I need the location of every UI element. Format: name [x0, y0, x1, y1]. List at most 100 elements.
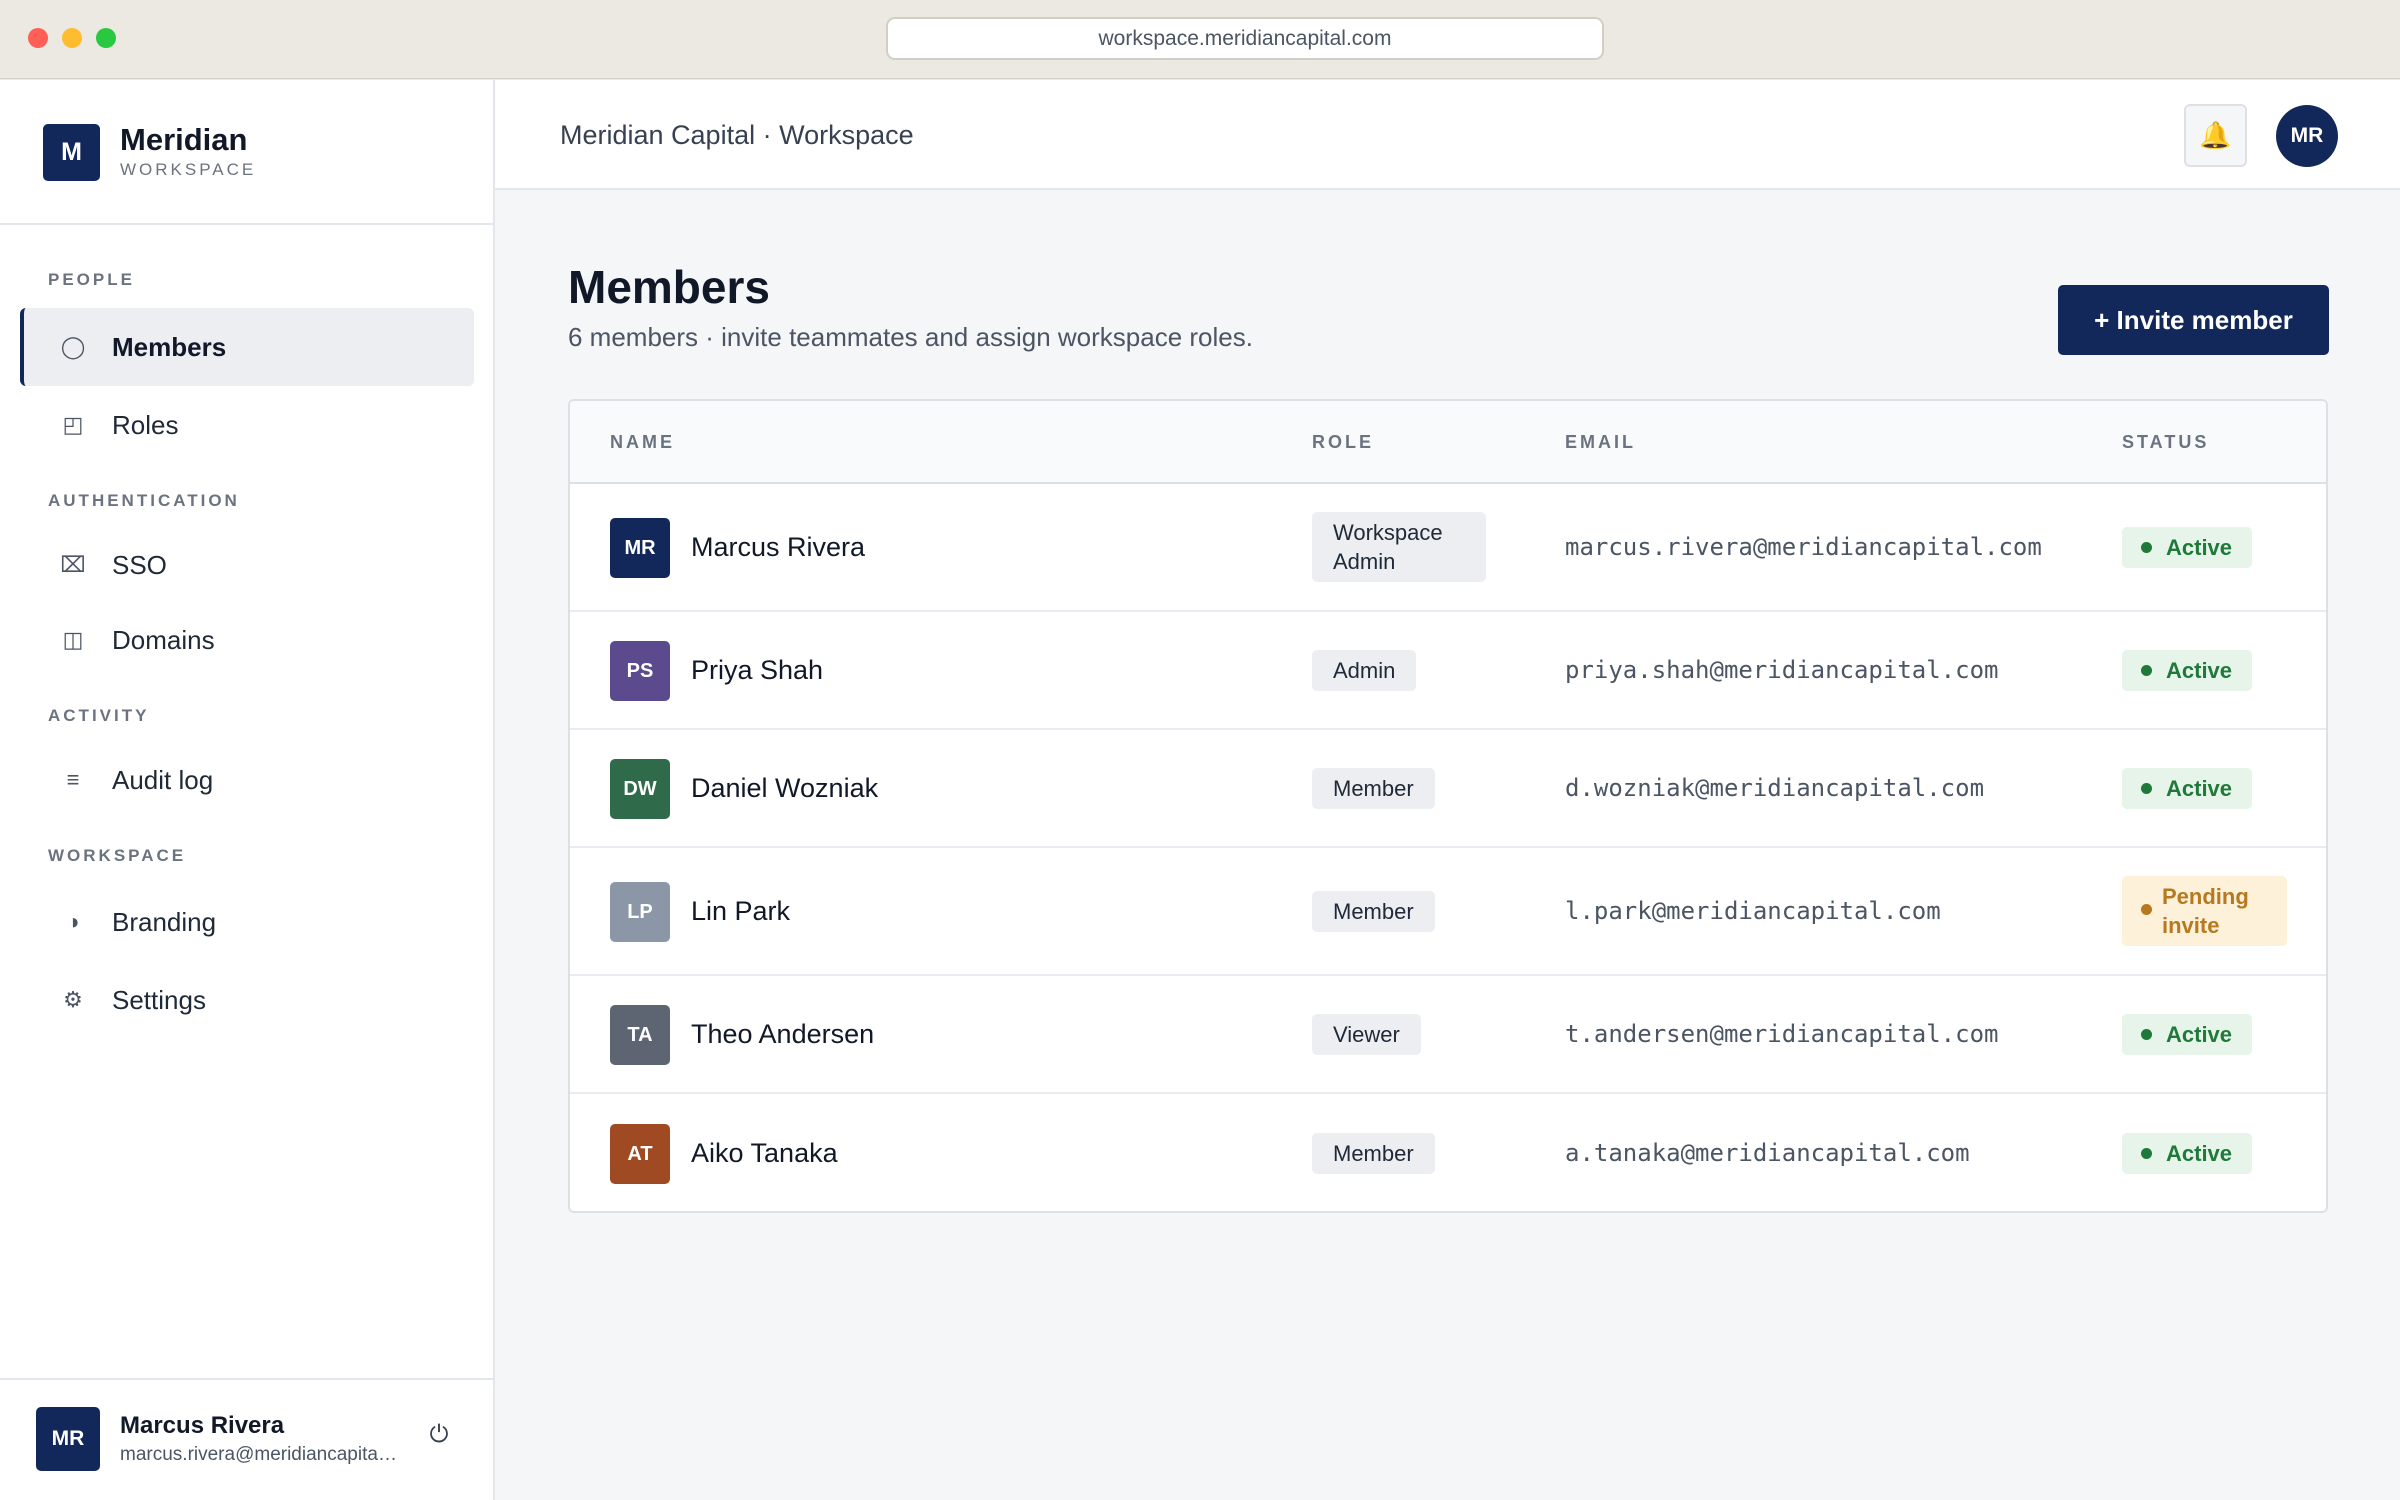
status-label: Active — [2166, 1022, 2233, 1047]
close-window-button[interactable] — [28, 28, 48, 48]
sign-out-icon[interactable]: ⏻ — [424, 1420, 454, 1450]
member-email: l.park@meridiancapital.com — [1565, 897, 1941, 925]
member-avatar: PS — [610, 641, 670, 701]
column-header-email[interactable]: EMAIL — [1565, 401, 1636, 484]
current-user-name: Marcus Rivera — [120, 1412, 285, 1439]
member-name: Theo Andersen — [691, 1019, 875, 1049]
breadcrumb: Meridian Capital · Workspace — [560, 120, 914, 150]
role-badge[interactable]: Viewer — [1312, 1014, 1421, 1055]
member-avatar: MR — [610, 518, 670, 578]
members-table: NAME ROLE EMAIL STATUS MR Marcus Rivera Wo… — [568, 399, 2328, 1213]
status-dot-icon — [2141, 665, 2152, 676]
status-dot-icon — [2141, 783, 2152, 794]
member-avatar: LP — [610, 882, 670, 942]
invite-member-button[interactable]: + Invite member — [2058, 285, 2329, 355]
status-badge: Active — [2122, 1133, 2253, 1174]
sidebar-item-label: Domains — [112, 625, 215, 655]
status-badge: Active — [2122, 768, 2253, 809]
minimize-window-button[interactable] — [62, 28, 82, 48]
member-email: a.tanaka@meridiancapital.com — [1565, 1139, 1970, 1167]
status-badge: Pending invite — [2122, 876, 2287, 946]
member-email: priya.shah@meridiancapital.com — [1565, 656, 1999, 684]
brand-header: M Meridian WORKSPACE — [0, 80, 493, 225]
sidebar-item-label: SSO — [112, 550, 167, 580]
table-row[interactable]: PS Priya Shah Admin priya.shah@meridiancapi… — [570, 612, 2326, 730]
member-avatar: AT — [610, 1124, 670, 1184]
member-name: Marcus Rivera — [691, 532, 866, 562]
member-name: Lin Park — [691, 896, 791, 926]
sidebar-item-roles[interactable]: ◰ Roles — [20, 386, 474, 464]
column-header-status[interactable]: STATUS — [2122, 401, 2209, 484]
sso-icon: ⌧ — [60, 552, 86, 577]
table-row[interactable]: TA Theo Andersen Viewer t.andersen@meridian… — [570, 976, 2326, 1094]
sidebar-item-sso[interactable]: ⌧ SSO — [20, 526, 474, 604]
status-label: Active — [2166, 535, 2233, 560]
status-label: Pending invite — [2162, 884, 2249, 938]
member-email: d.wozniak@meridiancapital.com — [1565, 774, 1985, 802]
column-header-name[interactable]: NAME — [610, 401, 675, 484]
roles-icon: ◰ — [62, 412, 84, 437]
sidebar-item-label: Roles — [112, 410, 179, 440]
member-avatar: DW — [610, 759, 670, 819]
table-row[interactable]: AT Aiko Tanaka Member a.tanaka@meridiancapi… — [570, 1094, 2326, 1211]
maximize-window-button[interactable] — [96, 28, 116, 48]
brand-name: Meridian — [120, 122, 248, 157]
brand-subtitle: WORKSPACE — [120, 160, 257, 179]
sidebar-item-label: Settings — [112, 985, 206, 1015]
section-label-people: PEOPLE — [48, 270, 135, 289]
section-label-workspace: WORKSPACE — [48, 846, 187, 865]
role-badge[interactable]: Workspace Admin — [1312, 512, 1486, 582]
sidebar-item-label: Audit log — [112, 765, 214, 795]
page-title: Members — [568, 261, 770, 313]
section-label-activity: ACTIVITY — [48, 706, 150, 725]
current-user-card[interactable]: MR Marcus Rivera marcus.rivera@meridianc… — [0, 1378, 493, 1500]
avatar: MR — [36, 1407, 100, 1471]
list-icon: ≡ — [66, 767, 80, 792]
browser-chrome: workspace.meridiancapital.com — [0, 0, 2400, 79]
current-user-email: marcus.rivera@meridiancapital.com — [120, 1444, 400, 1465]
circle-icon: ◯ — [60, 334, 86, 359]
member-avatar: TA — [610, 1005, 670, 1065]
brand-logo: M — [43, 124, 100, 181]
status-label: Active — [2166, 776, 2233, 801]
member-email: marcus.rivera@meridiancapital.com — [1565, 533, 2042, 561]
status-badge: Active — [2122, 1014, 2253, 1055]
role-badge[interactable]: Member — [1312, 1133, 1435, 1174]
notifications-bell-icon[interactable]: 🔔 — [2184, 104, 2247, 167]
address-bar[interactable]: workspace.meridiancapital.com — [886, 17, 1604, 60]
status-dot-icon — [2141, 904, 2152, 915]
gear-icon: ⚙ — [63, 987, 83, 1012]
section-label-authentication: AUTHENTICATION — [48, 491, 240, 510]
sidebar-item-branding[interactable]: ◑ Branding — [20, 883, 474, 961]
status-label: Active — [2166, 1141, 2233, 1166]
page-subtitle: 6 members · invite teammates and assign … — [568, 322, 1253, 352]
status-badge: Active — [2122, 527, 2253, 568]
table-row[interactable]: LP Lin Park Member l.park@meridiancapital.c… — [570, 848, 2326, 976]
top-bar: Meridian Capital · Workspace 🔔 MR — [495, 80, 2400, 190]
status-dot-icon — [2141, 1029, 2152, 1040]
sidebar-item-domains[interactable]: ◫ Domains — [20, 601, 474, 679]
table-header: NAME ROLE EMAIL STATUS — [570, 401, 2326, 484]
sidebar-item-label: Members — [112, 332, 227, 362]
domains-icon: ◫ — [62, 627, 84, 652]
column-header-role[interactable]: ROLE — [1312, 401, 1374, 484]
sidebar-item-label: Branding — [112, 907, 217, 937]
role-badge[interactable]: Member — [1312, 891, 1435, 932]
table-row[interactable]: DW Daniel Wozniak Member d.wozniak@meridian… — [570, 730, 2326, 848]
main-content: Meridian Capital · Workspace 🔔 MR Member… — [495, 80, 2400, 1500]
account-avatar[interactable]: MR — [2276, 105, 2338, 167]
member-name: Priya Shah — [691, 655, 824, 685]
member-name: Daniel Wozniak — [691, 773, 879, 803]
table-row[interactable]: MR Marcus Rivera Workspace Admin marcus.riv… — [570, 484, 2326, 612]
status-label: Active — [2166, 658, 2233, 683]
status-dot-icon — [2141, 542, 2152, 553]
sidebar-item-members[interactable]: ◯ Members — [20, 308, 474, 386]
role-badge[interactable]: Admin — [1312, 650, 1417, 691]
sidebar-item-settings[interactable]: ⚙ Settings — [20, 961, 474, 1039]
member-name: Aiko Tanaka — [691, 1138, 838, 1168]
sidebar-item-audit-log[interactable]: ≡ Audit log — [20, 741, 474, 819]
status-dot-icon — [2141, 1148, 2152, 1159]
status-badge: Active — [2122, 650, 2253, 691]
member-email: t.andersen@meridiancapital.com — [1565, 1020, 1999, 1048]
role-badge[interactable]: Member — [1312, 768, 1435, 809]
